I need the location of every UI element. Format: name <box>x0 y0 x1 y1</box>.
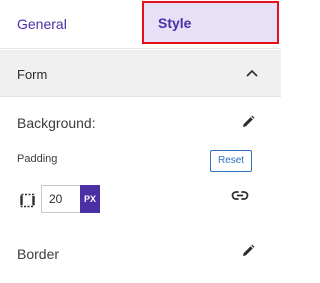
reset-button[interactable]: Reset <box>210 150 252 172</box>
padding-label: Padding <box>17 153 58 165</box>
unit-label: PX <box>83 194 96 204</box>
section-header-form[interactable]: Form <box>0 50 281 97</box>
tab-general[interactable]: General <box>0 0 142 48</box>
pencil-icon[interactable] <box>241 244 255 258</box>
pencil-icon[interactable] <box>241 115 255 129</box>
section-title: Form <box>17 67 48 82</box>
border-label: Border <box>17 246 60 262</box>
unit-selector[interactable]: PX <box>80 185 100 213</box>
link-icon[interactable] <box>231 190 249 201</box>
tab-style-label: Style <box>158 14 192 31</box>
box-sides-icon[interactable] <box>19 192 36 209</box>
padding-value-input[interactable] <box>41 185 80 213</box>
chevron-up-icon[interactable] <box>246 69 258 77</box>
tab-style[interactable]: Style <box>142 1 279 44</box>
tab-bar: General Style <box>0 0 281 49</box>
background-label: Background: <box>17 115 96 131</box>
tab-general-label: General <box>17 16 67 32</box>
